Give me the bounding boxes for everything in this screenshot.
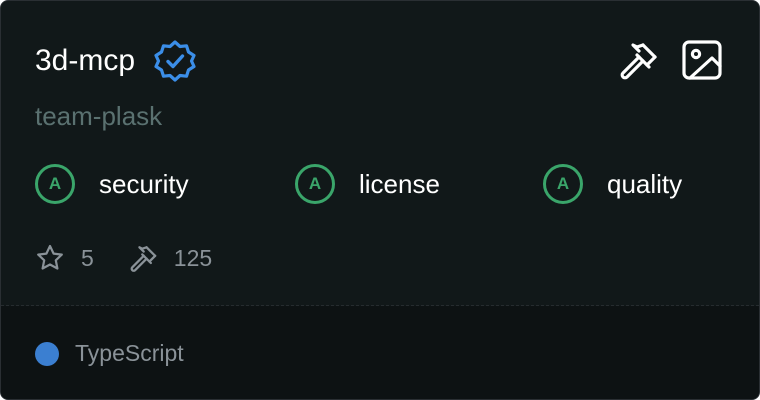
grade-label: security — [99, 169, 189, 199]
grade-circle: A — [295, 164, 335, 204]
tools-count: 125 — [173, 244, 213, 271]
star-icon — [35, 243, 65, 273]
server-name[interactable]: 3d-mcp — [35, 41, 135, 81]
title-row: 3d-mcp — [35, 39, 197, 83]
quality-grade[interactable]: A quality — [543, 164, 682, 204]
stars-count: 5 — [81, 244, 94, 271]
security-grade[interactable]: A security — [35, 164, 189, 204]
license-grade[interactable]: A license — [295, 164, 440, 204]
grade-circle: A — [543, 164, 583, 204]
org-name[interactable]: team-plask — [35, 99, 162, 133]
grade-label: quality — [607, 169, 683, 199]
card-footer: TypeScript — [1, 306, 759, 399]
grade-circle: A — [35, 164, 75, 204]
verified-badge-icon — [153, 39, 197, 83]
server-card[interactable]: 3d-mcp team-plask A security A license A… — [0, 0, 760, 400]
language-indicator: TypeScript — [35, 340, 184, 367]
grade-label: license — [359, 169, 440, 199]
stats-row: 5 125 — [35, 243, 212, 273]
image-icon[interactable] — [681, 39, 723, 81]
language-name: TypeScript — [75, 340, 184, 366]
grade-badges: A security A license A quality — [35, 164, 735, 214]
hammer-icon[interactable] — [617, 39, 659, 81]
language-color-dot — [35, 341, 59, 366]
action-icons — [617, 39, 723, 81]
hammer-icon — [128, 243, 158, 273]
